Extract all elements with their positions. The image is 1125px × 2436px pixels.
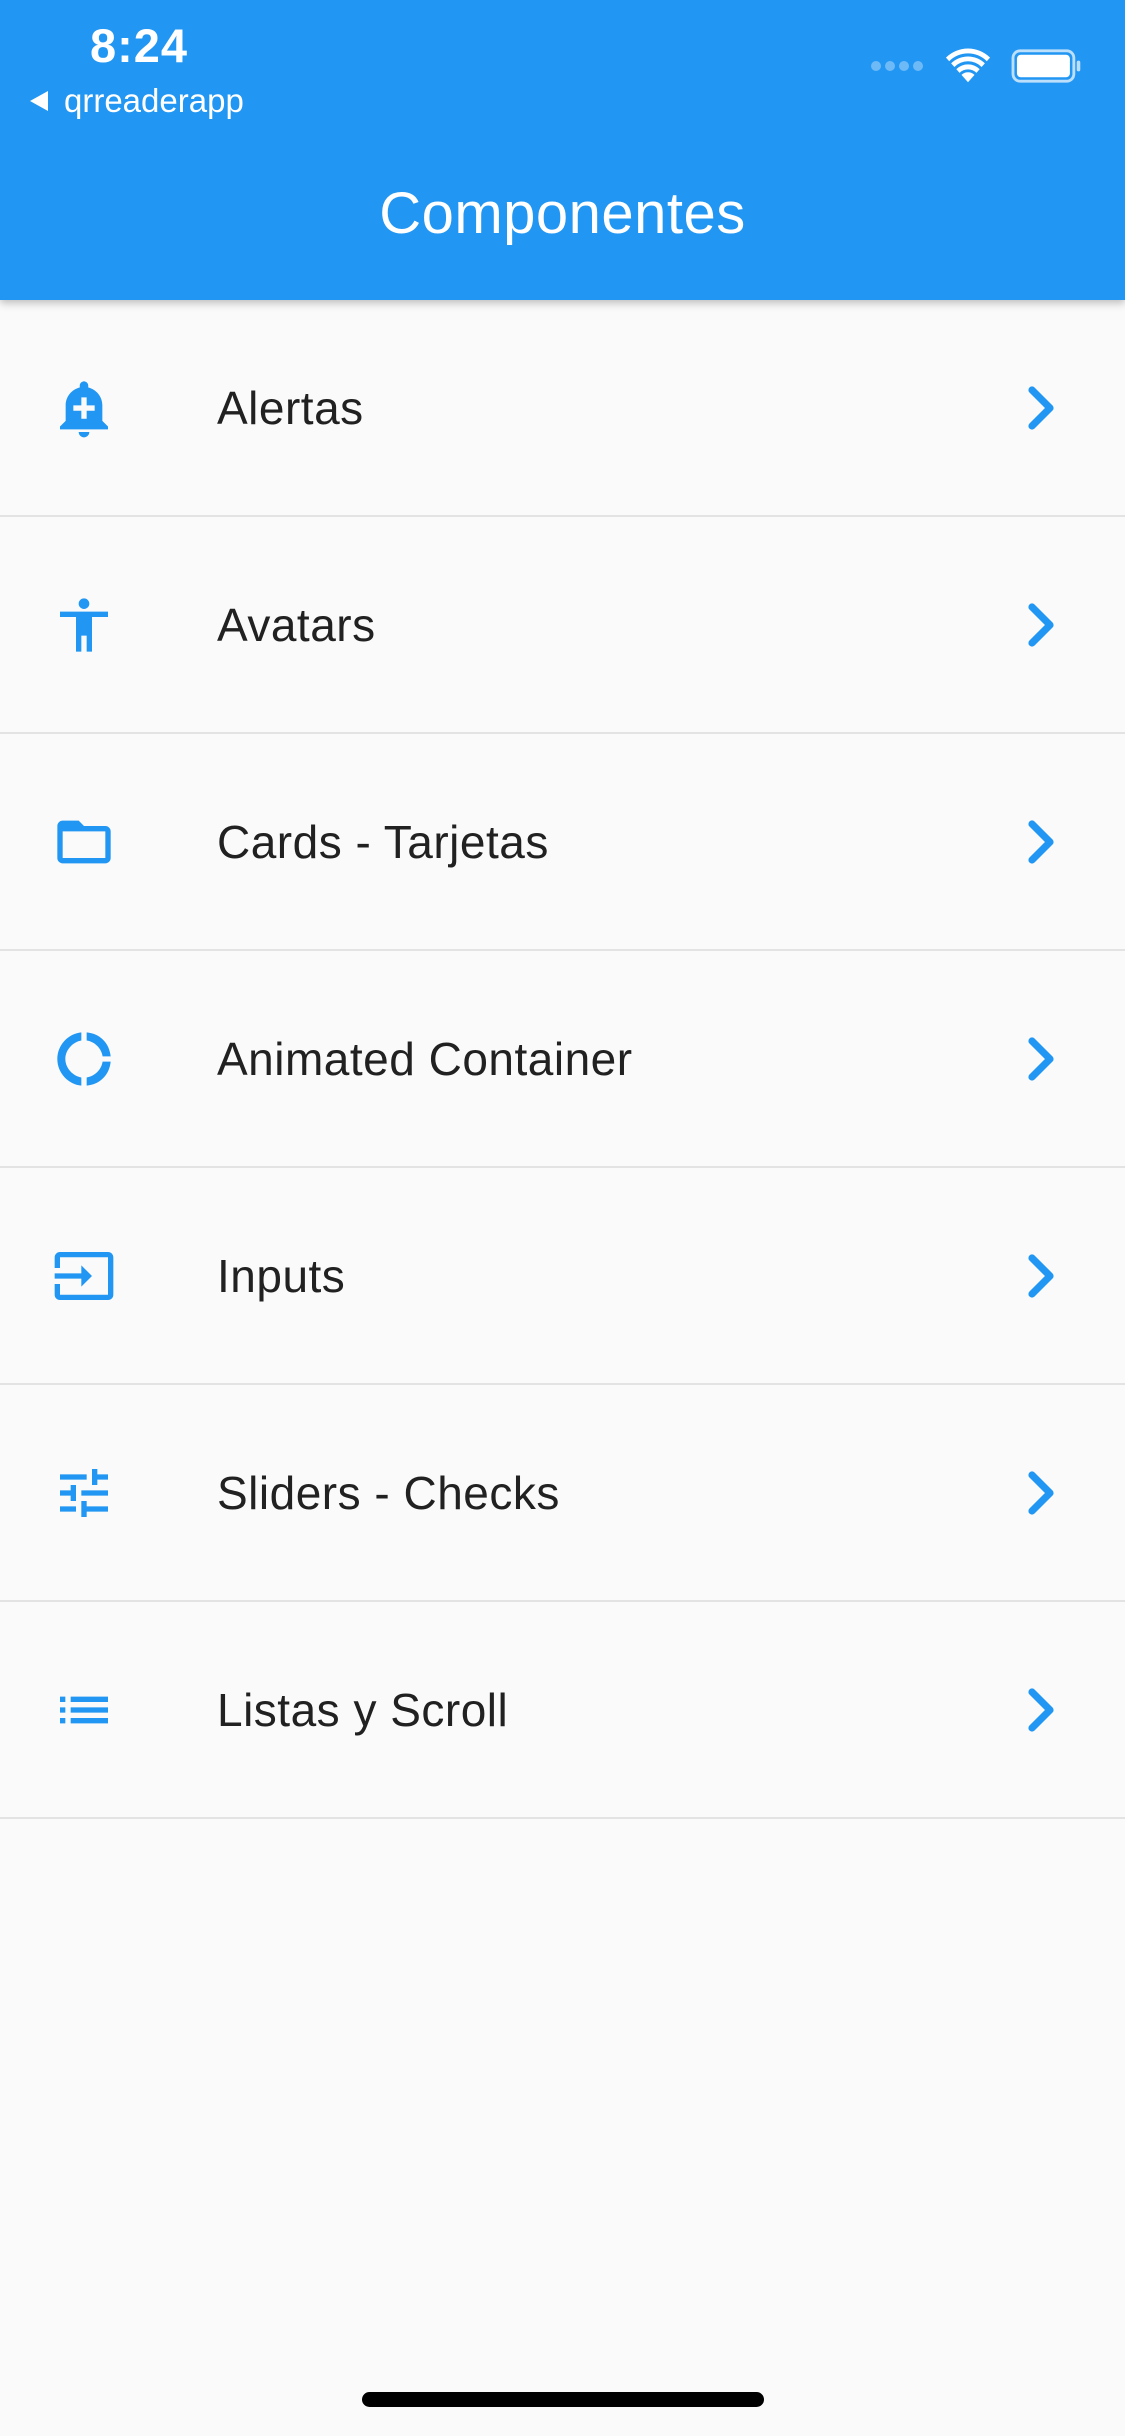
page-title: Componentes [379, 181, 746, 246]
back-triangle-icon [30, 91, 48, 111]
chevron-right-icon [1028, 819, 1054, 864]
list-item-listas-scroll[interactable]: Listas y Scroll [0, 1602, 1125, 1819]
tune-icon [60, 1468, 108, 1517]
list-item-label: Alertas [217, 381, 364, 434]
list-item-label: Animated Container [217, 1032, 633, 1085]
screen: 8:24 qrreaderapp Componentes Alertas Ava… [0, 0, 1125, 2436]
chevron-right-icon [1028, 1036, 1054, 1081]
back-to-app-link[interactable]: qrreaderapp [30, 82, 244, 120]
components-list: Alertas Avatars Cards - Tarjetas Animate… [0, 300, 1125, 1819]
folder-open-icon [57, 820, 111, 863]
list-item-label: Avatars [217, 598, 376, 651]
chevron-right-icon [1028, 1470, 1054, 1515]
status-icons [867, 48, 1083, 84]
list-item-avatars[interactable]: Avatars [0, 517, 1125, 734]
list-item-animated-container[interactable]: Animated Container [0, 951, 1125, 1168]
wifi-icon [945, 48, 991, 83]
battery-icon [1011, 49, 1081, 83]
list-item-label: Listas y Scroll [217, 1683, 509, 1736]
list-item-cards[interactable]: Cards - Tarjetas [0, 734, 1125, 951]
chevron-right-icon [1028, 1687, 1054, 1732]
chevron-right-icon [1028, 1253, 1054, 1298]
chevron-right-icon [1028, 385, 1054, 430]
status-time: 8:24 [90, 19, 189, 72]
chevron-right-icon [1028, 602, 1054, 647]
accessibility-icon [60, 597, 108, 652]
donut-large-icon [57, 1031, 111, 1086]
list-item-alertas[interactable]: Alertas [0, 300, 1125, 517]
list-icon [60, 1696, 108, 1723]
list-item-label: Sliders - Checks [217, 1466, 560, 1519]
list-item-sliders-checks[interactable]: Sliders - Checks [0, 1385, 1125, 1602]
add-alert-icon [60, 380, 108, 437]
list-item-inputs[interactable]: Inputs [0, 1168, 1125, 1385]
home-indicator[interactable] [362, 2392, 764, 2407]
back-app-label: qrreaderapp [64, 82, 244, 119]
list-item-label: Inputs [217, 1249, 346, 1302]
app-bar: 8:24 qrreaderapp Componentes [0, 0, 1125, 300]
cellular-signal-icon [867, 61, 923, 71]
input-icon [54, 1251, 114, 1300]
list-item-label: Cards - Tarjetas [217, 815, 549, 868]
